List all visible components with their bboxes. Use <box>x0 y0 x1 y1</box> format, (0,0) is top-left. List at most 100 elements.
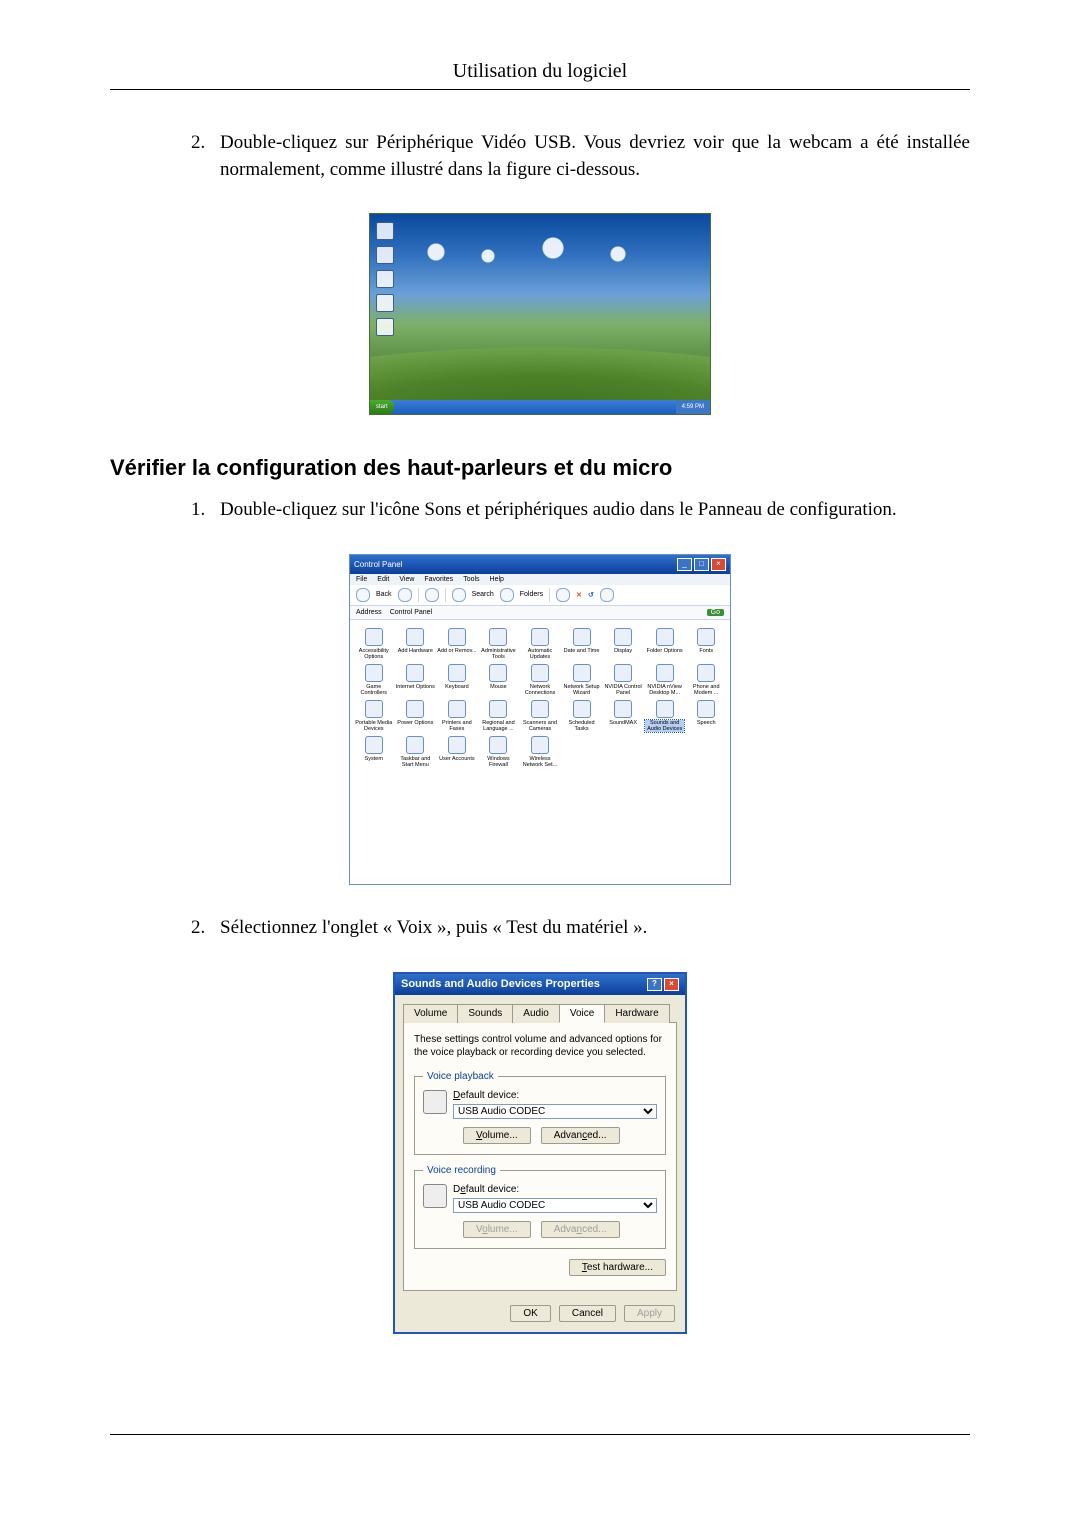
cancel-button[interactable]: Cancel <box>559 1305 616 1322</box>
playback-advanced-button[interactable]: Advanced... <box>541 1127 620 1144</box>
control-panel-item[interactable]: NVIDIA Control Panel <box>603 664 643 696</box>
control-panel-item-label: Game Controllers <box>354 684 394 696</box>
control-panel-item[interactable]: Sounds and Audio Devices <box>645 700 685 732</box>
control-panel-item[interactable]: Wireless Network Set... <box>520 736 560 768</box>
search-icon[interactable] <box>452 588 466 602</box>
menu-item[interactable]: Tools <box>463 576 479 583</box>
undo-icon[interactable]: ↺ <box>588 591 594 599</box>
tab-sounds[interactable]: Sounds <box>457 1004 513 1023</box>
control-panel-item[interactable]: Mouse <box>479 664 519 696</box>
separator <box>418 588 419 602</box>
control-panel-item-label: Administrative Tools <box>479 648 519 660</box>
control-panel-item[interactable]: Printers and Faxes <box>437 700 477 732</box>
dialog-title: Sounds and Audio Devices Properties <box>401 978 600 990</box>
address-value[interactable]: Control Panel <box>390 609 432 616</box>
ok-button[interactable]: OK <box>510 1305 550 1322</box>
control-panel-item[interactable]: Scanners and Cameras <box>520 700 560 732</box>
control-panel-item[interactable]: Network Connections <box>520 664 560 696</box>
control-panel-item-icon <box>614 664 632 682</box>
tab-hardware[interactable]: Hardware <box>604 1004 669 1023</box>
control-panel-item-icon <box>656 700 674 718</box>
control-panel-item-label: NVIDIA Control Panel <box>603 684 643 696</box>
tab-audio[interactable]: Audio <box>512 1004 560 1023</box>
control-panel-item[interactable]: Add or Remov... <box>437 628 477 660</box>
window-titlebar: Control Panel _ □ × <box>350 555 730 574</box>
back-icon[interactable] <box>356 588 370 602</box>
menu-item[interactable]: Help <box>490 576 504 583</box>
control-panel-item-icon <box>573 700 591 718</box>
control-panel-item[interactable]: Administrative Tools <box>479 628 519 660</box>
control-panel-item-label: Wireless Network Set... <box>520 756 560 768</box>
close-button[interactable]: × <box>711 558 726 571</box>
back-button[interactable]: Back <box>376 591 392 598</box>
forward-icon[interactable] <box>398 588 412 602</box>
control-panel-item[interactable]: NVIDIA nView Desktop M... <box>645 664 685 696</box>
desktop-icon <box>376 270 394 288</box>
delete-icon[interactable]: ✕ <box>576 591 582 599</box>
help-button[interactable]: ? <box>647 978 662 991</box>
control-panel-item[interactable]: Fonts <box>686 628 726 660</box>
system-tray: 4:59 PM <box>676 400 710 414</box>
control-panel-item[interactable]: Power Options <box>396 700 436 732</box>
tab-volume[interactable]: Volume <box>403 1004 458 1023</box>
control-panel-item[interactable]: Speech <box>686 700 726 732</box>
maximize-button[interactable]: □ <box>694 558 709 571</box>
menu-item[interactable]: Edit <box>377 576 389 583</box>
folders-button[interactable]: Folders <box>520 591 543 598</box>
separator <box>549 588 550 602</box>
control-panel-item[interactable]: Internet Options <box>396 664 436 696</box>
control-panel-item-icon <box>697 628 715 646</box>
control-panel-item[interactable]: Date and Time <box>562 628 602 660</box>
views-dropdown-icon[interactable] <box>600 588 614 602</box>
menu-item[interactable]: File <box>356 576 367 583</box>
wallpaper-clouds <box>410 232 670 272</box>
menu-item[interactable]: Favorites <box>424 576 453 583</box>
control-panel-item[interactable]: Accessibility Options <box>354 628 394 660</box>
control-panel-item-icon <box>448 628 466 646</box>
control-panel-item-label: Date and Time <box>562 648 602 654</box>
window-title: Control Panel <box>354 560 402 569</box>
desktop-icons <box>376 222 394 336</box>
control-panel-item[interactable]: User Accounts <box>437 736 477 768</box>
control-panel-item-label: Fonts <box>686 648 726 654</box>
control-panel-item[interactable]: Scheduled Tasks <box>562 700 602 732</box>
control-panel-item[interactable]: Folder Options <box>645 628 685 660</box>
control-panel-item[interactable]: System <box>354 736 394 768</box>
go-button[interactable]: Go <box>707 609 724 616</box>
control-panel-item[interactable]: Regional and Language ... <box>479 700 519 732</box>
start-button[interactable]: start <box>370 400 394 414</box>
address-label: Address <box>356 609 382 616</box>
control-panel-item[interactable]: Windows Firewall <box>479 736 519 768</box>
control-panel-item-icon <box>406 736 424 754</box>
voice-playback-group: Voice playback Default device: USB Audio… <box>414 1071 666 1155</box>
search-button[interactable]: Search <box>472 591 494 598</box>
control-panel-item[interactable]: Add Hardware <box>396 628 436 660</box>
minimize-button[interactable]: _ <box>677 558 692 571</box>
control-panel-item[interactable]: SoundMAX <box>603 700 643 732</box>
control-panel-item-icon <box>406 628 424 646</box>
control-panel-item-icon <box>531 700 549 718</box>
control-panel-item-icon <box>656 664 674 682</box>
menu-item[interactable]: View <box>399 576 414 583</box>
control-panel-item[interactable]: Display <box>603 628 643 660</box>
tab-voice[interactable]: Voice <box>559 1004 605 1023</box>
control-panel-item[interactable]: Portable Media Devices <box>354 700 394 732</box>
playback-device-select[interactable]: USB Audio CODEC <box>453 1104 657 1119</box>
control-panel-item[interactable]: Network Setup Wizard <box>562 664 602 696</box>
up-icon[interactable] <box>425 588 439 602</box>
close-button[interactable]: × <box>664 978 679 991</box>
control-panel-item-icon <box>406 700 424 718</box>
playback-volume-button[interactable]: Volume... <box>463 1127 531 1144</box>
folders-icon[interactable] <box>500 588 514 602</box>
control-panel-item[interactable]: Automatic Updates <box>520 628 560 660</box>
recording-device-select[interactable]: USB Audio CODEC <box>453 1198 657 1213</box>
views-icon[interactable] <box>556 588 570 602</box>
control-panel-item[interactable]: Keyboard <box>437 664 477 696</box>
control-panel-item-label: Add or Remov... <box>437 648 477 654</box>
test-hardware-button[interactable]: Test hardware... <box>569 1259 666 1276</box>
control-panel-item[interactable]: Taskbar and Start Menu <box>396 736 436 768</box>
control-panel-item[interactable]: Phone and Modem ... <box>686 664 726 696</box>
control-panel-item[interactable]: Game Controllers <box>354 664 394 696</box>
control-panel-item-icon <box>365 700 383 718</box>
wallpaper-hill <box>370 304 710 414</box>
